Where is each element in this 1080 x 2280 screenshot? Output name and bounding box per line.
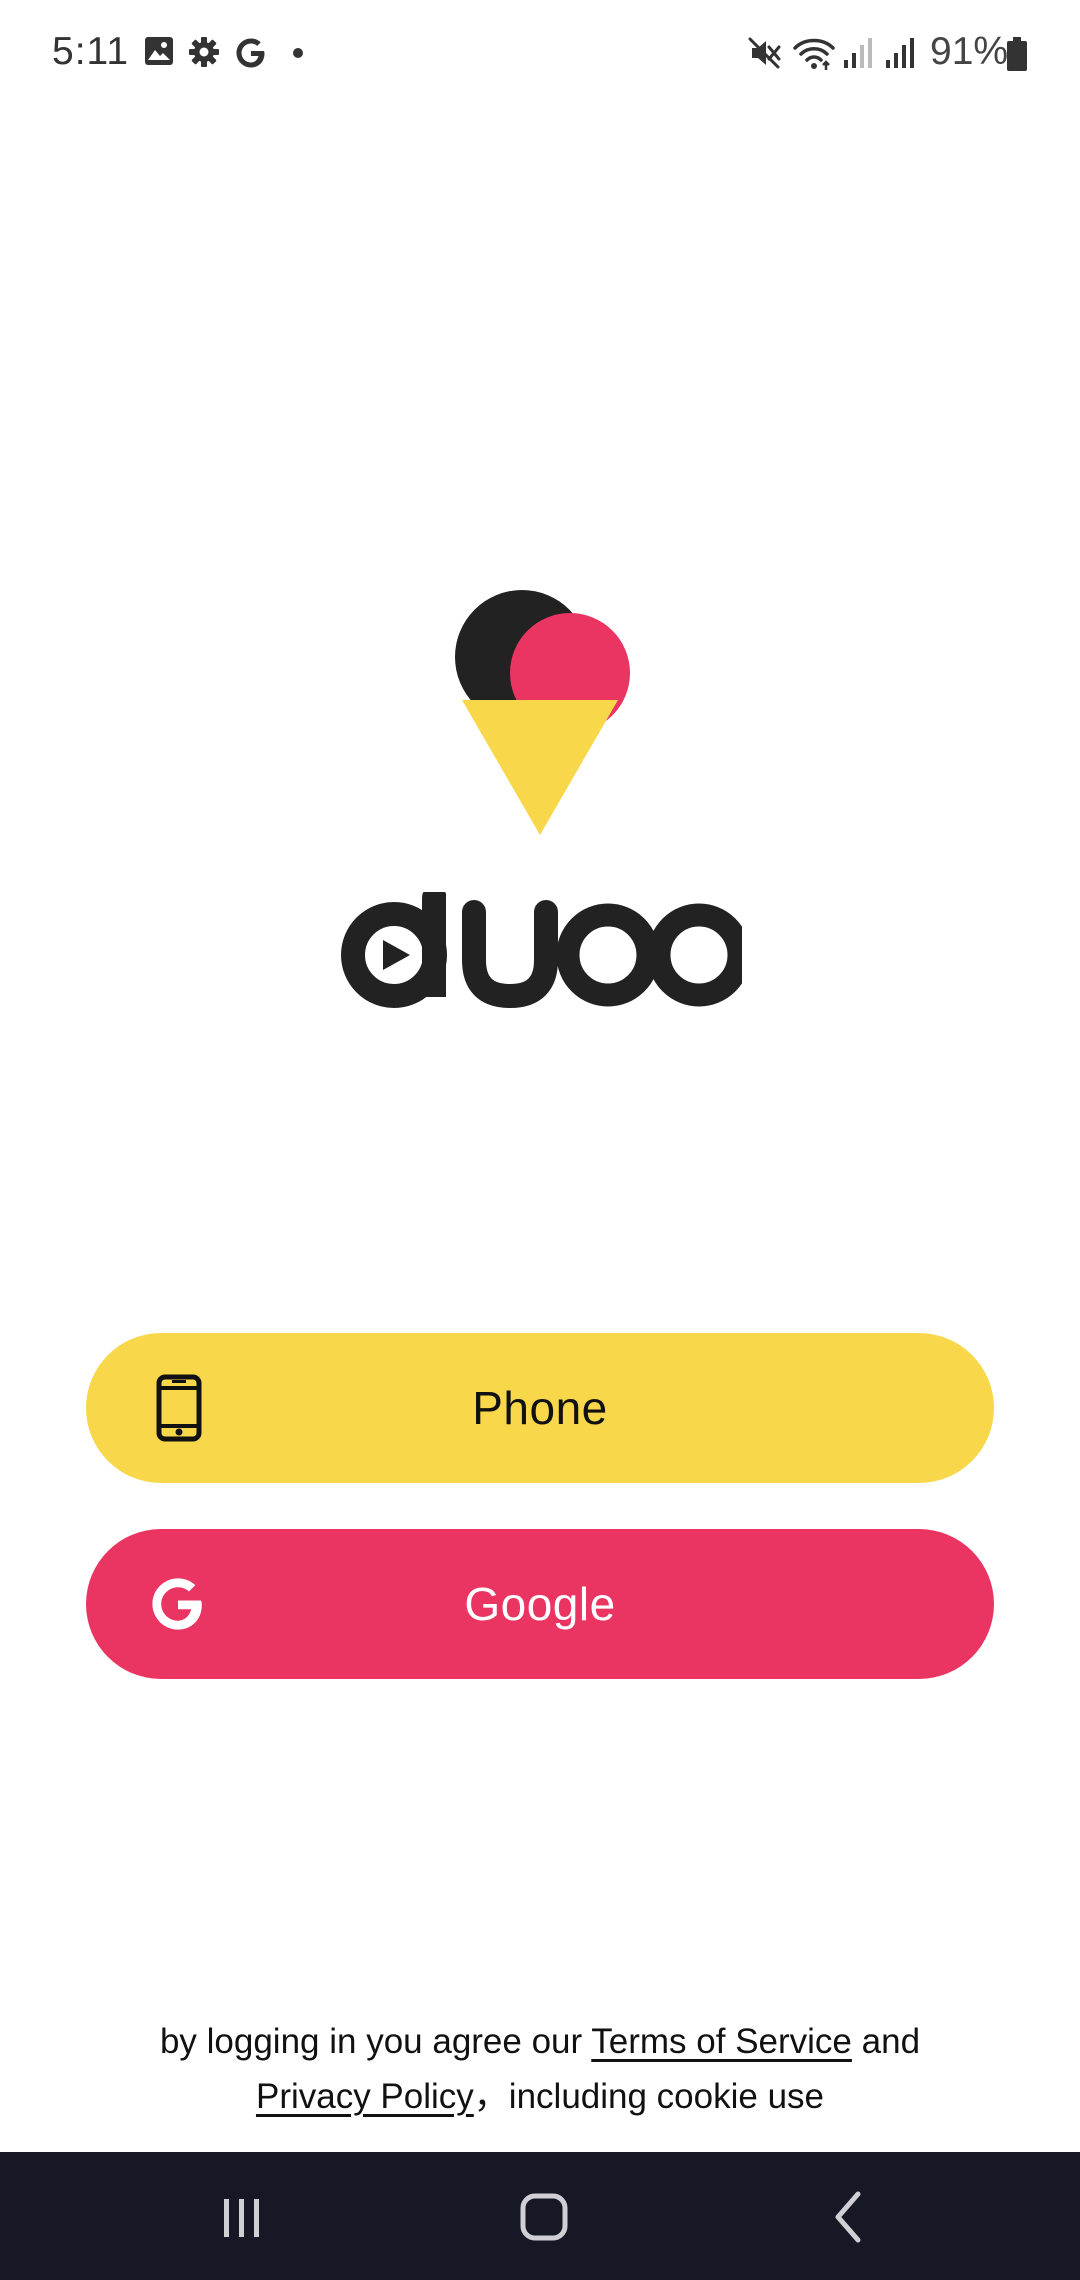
phone-login-button[interactable]: Phone [86, 1333, 994, 1483]
status-time: 5:11 [52, 30, 130, 73]
home-icon[interactable] [509, 2182, 579, 2252]
google-button-label: Google [464, 1578, 616, 1630]
legal-prefix: by logging in you agree our [159, 2022, 583, 2061]
mute-icon [748, 37, 781, 69]
legal-and: and [861, 2022, 921, 2061]
terms-of-service-link[interactable]: Terms of Service [591, 2022, 852, 2061]
phone-button-label: Phone [472, 1382, 608, 1434]
battery-percent: 91% [930, 30, 1009, 73]
duoo-ice-cream-logo-icon [455, 590, 630, 835]
settings-gear-icon [189, 37, 219, 67]
google-login-button[interactable]: Google [86, 1529, 994, 1679]
legal-text-line2: Privacy Policy，including cookie use [0, 2069, 1080, 2124]
signal-icon [886, 38, 914, 68]
google-icon [236, 38, 265, 68]
legal-text-line1: by logging in you agree our Terms of Ser… [0, 2014, 1080, 2069]
duoo-wordmark-logo [341, 892, 742, 1009]
battery-icon [1007, 37, 1027, 71]
signal-icon [844, 38, 872, 68]
recent-apps-icon[interactable] [207, 2182, 277, 2252]
gallery-icon [145, 37, 173, 65]
wifi-icon [793, 38, 835, 70]
system-nav-bar [0, 2152, 1080, 2280]
back-icon[interactable] [812, 2182, 882, 2252]
notification-dot-icon [293, 48, 303, 58]
privacy-policy-link[interactable]: Privacy Policy [256, 2077, 474, 2116]
status-bar: 5:11 91% [0, 0, 1080, 110]
legal-suffix: ，including cookie use [473, 2077, 825, 2116]
